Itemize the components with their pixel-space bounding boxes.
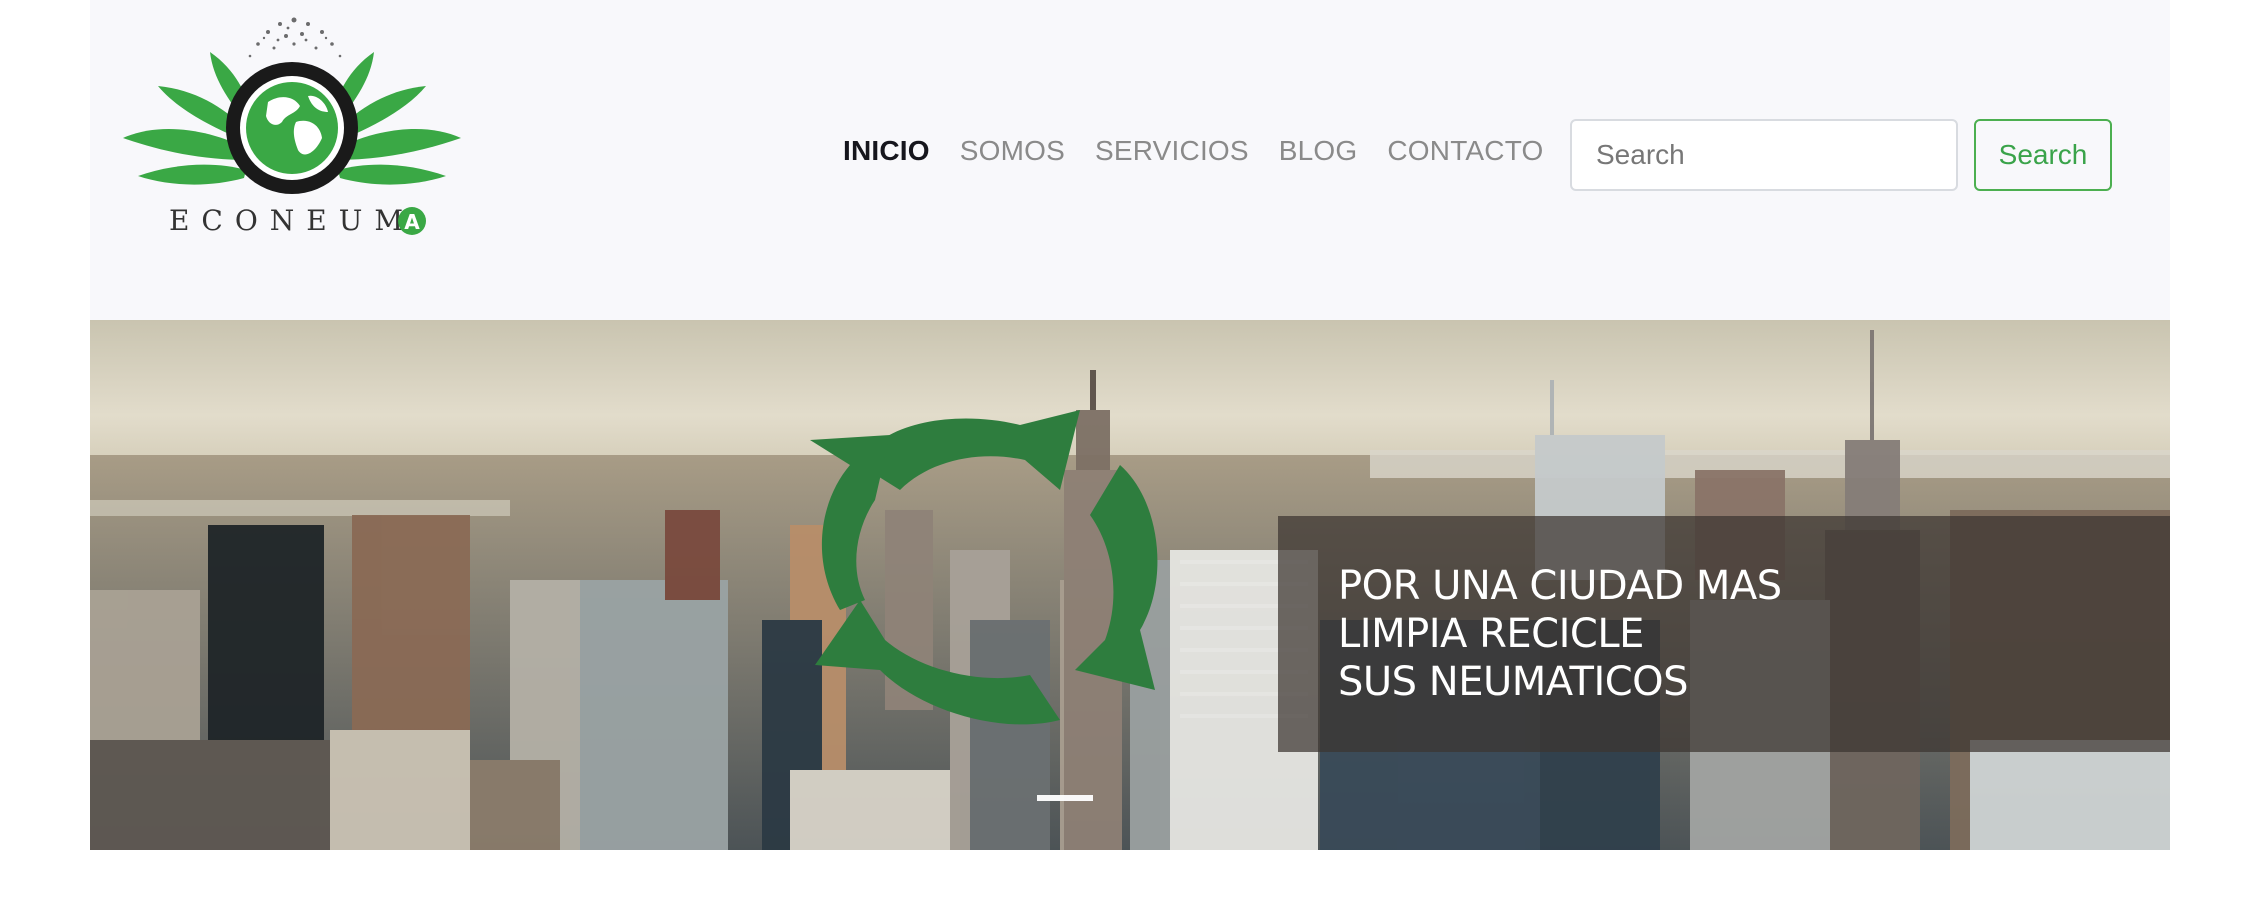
navbar: ECONEUM A INICIO SOMOS SERVICIOS BLOG CO… — [90, 0, 2170, 320]
nav-item-inicio[interactable]: INICIO — [843, 135, 930, 167]
brand-logo[interactable]: ECONEUM A — [118, 10, 466, 250]
nav-item-contacto[interactable]: CONTACTO — [1387, 135, 1543, 167]
carousel-indicator-1[interactable] — [1037, 795, 1093, 801]
main-nav: INICIO SOMOS SERVICIOS BLOG CONTACTO — [843, 135, 1574, 167]
globe-tire-leaves-logo-icon: ECONEUM A — [123, 17, 461, 237]
carousel-indicators — [1035, 795, 1095, 801]
hero-caption: POR UNA CIUDAD MAS LIMPIA RECICLE SUS NE… — [1338, 562, 1782, 706]
hero-caption-line-3: SUS NEUMATICOS — [1338, 659, 1689, 705]
nav-item-blog[interactable]: BLOG — [1279, 135, 1358, 167]
nav-item-somos[interactable]: SOMOS — [960, 135, 1065, 167]
hero-caption-line-1: POR UNA CIUDAD MAS — [1338, 563, 1782, 609]
search-input[interactable] — [1570, 119, 1958, 191]
svg-text:A: A — [404, 210, 420, 234]
svg-text:ECONEUM: ECONEUM — [169, 204, 415, 237]
hero-carousel[interactable]: POR UNA CIUDAD MAS LIMPIA RECICLE SUS NE… — [90, 320, 2170, 850]
hero-caption-line-2: LIMPIA RECICLE — [1338, 611, 1644, 657]
search-button[interactable]: Search — [1974, 119, 2112, 191]
page-container: ECONEUM A INICIO SOMOS SERVICIOS BLOG CO… — [90, 0, 2170, 850]
nav-item-servicios[interactable]: SERVICIOS — [1095, 135, 1249, 167]
hero-caption-box: POR UNA CIUDAD MAS LIMPIA RECICLE SUS NE… — [1278, 516, 2170, 752]
